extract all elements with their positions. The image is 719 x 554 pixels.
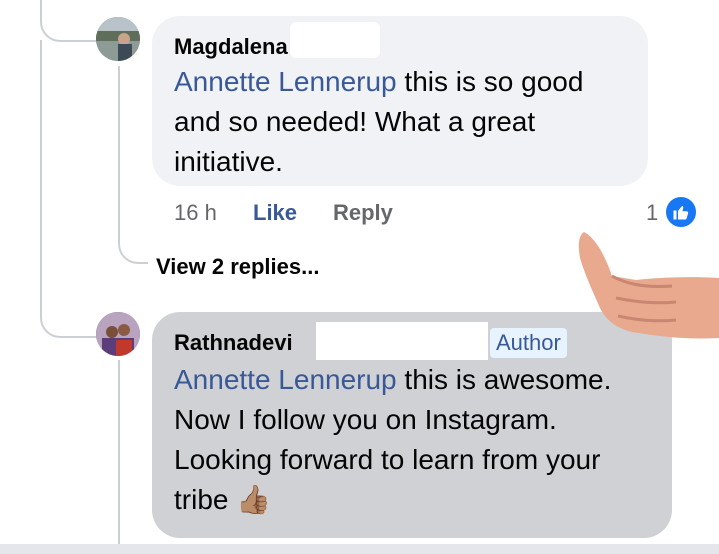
author-badge: Author [490, 328, 567, 358]
bottom-divider [0, 544, 719, 554]
thread-line-outer-2 [40, 40, 102, 338]
view-replies-link[interactable]: View 2 replies... [156, 254, 319, 280]
thread-line-bottom [118, 360, 120, 544]
like-button[interactable]: Like [253, 200, 297, 226]
thumbs-up-reaction-icon[interactable] [664, 195, 698, 229]
comment-text: Annette Lennerup this is awesome. Now I … [174, 364, 612, 515]
thumbs-up-emoji: 👍🏽 [236, 484, 272, 515]
comment-timestamp[interactable]: 16 h [174, 200, 217, 226]
redaction [290, 22, 380, 58]
mention-link[interactable]: Annette Lennerup [174, 364, 397, 395]
avatar[interactable] [96, 312, 140, 356]
thread-line-replies [118, 66, 148, 264]
reaction-count[interactable]: 1 [646, 200, 658, 226]
thread-line-outer [40, 0, 102, 42]
comment-author[interactable]: Rathnadevi [174, 330, 293, 356]
reply-button[interactable]: Reply [333, 200, 393, 226]
comment-author[interactable]: Magdalena [174, 34, 288, 60]
redaction [316, 322, 488, 360]
thumbs-up-hand-sticker [576, 228, 719, 340]
mention-link[interactable]: Annette Lennerup [174, 66, 397, 97]
comment-text: Annette Lennerup this is so good and so … [174, 66, 584, 177]
avatar[interactable] [96, 17, 140, 61]
